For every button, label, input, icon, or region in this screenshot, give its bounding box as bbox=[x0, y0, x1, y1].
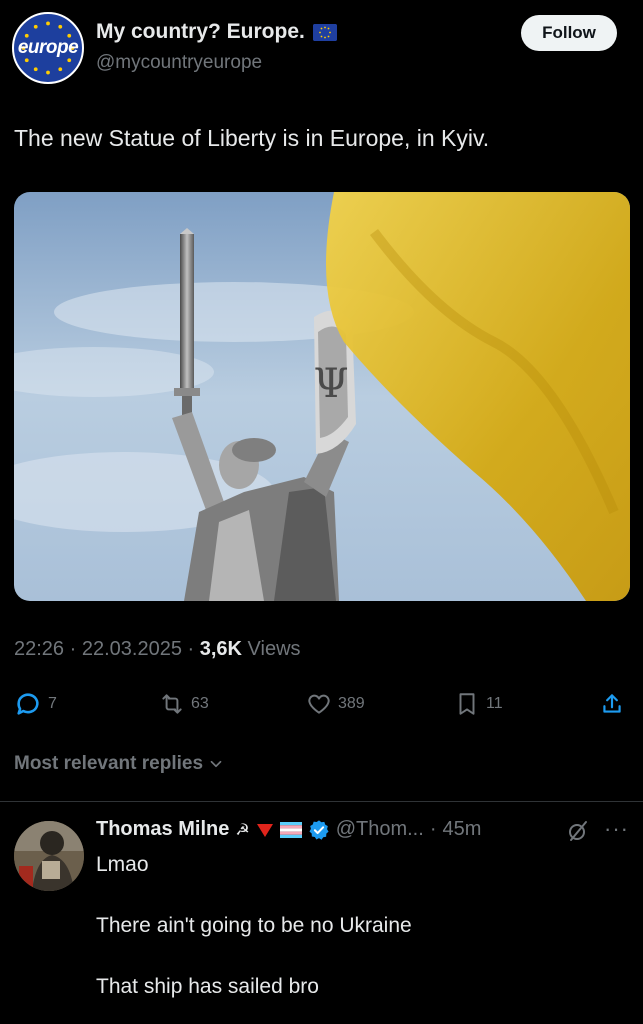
red-triangle-icon bbox=[256, 823, 273, 837]
bookmark-icon bbox=[459, 693, 475, 715]
meta-separator: · bbox=[69, 638, 82, 660]
reply-count: 7 bbox=[48, 695, 57, 712]
bookmark-button[interactable]: 11 bbox=[454, 685, 503, 723]
verified-badge-icon bbox=[309, 819, 329, 840]
repost-icon bbox=[162, 694, 182, 714]
tweet-time[interactable]: 22:26 bbox=[14, 638, 64, 660]
reply-time[interactable]: 45m bbox=[442, 818, 481, 841]
section-divider bbox=[0, 801, 643, 802]
repost-button[interactable]: 63 bbox=[159, 685, 209, 723]
heart-icon bbox=[308, 694, 330, 714]
name-row: My country? Europe. bbox=[96, 20, 337, 44]
like-button[interactable]: 389 bbox=[306, 685, 365, 723]
like-count: 389 bbox=[338, 695, 365, 712]
reply-button[interactable]: 7 bbox=[14, 685, 57, 723]
repost-count: 63 bbox=[191, 695, 209, 712]
reply-text-line: Lmao bbox=[96, 853, 149, 876]
action-bar: 7 63 389 11 bbox=[14, 685, 630, 723]
replies-sort-selector[interactable]: Most relevant replies bbox=[14, 753, 225, 775]
tweet-header: europe My country? Europe. @mycountryeur… bbox=[0, 0, 643, 95]
svg-text:Ψ: Ψ bbox=[313, 361, 348, 407]
tweet-date[interactable]: 22.03.2025 bbox=[82, 638, 182, 660]
tweet-text: The new Statue of Liberty is in Europe, … bbox=[14, 125, 490, 151]
reply-text-line: There ain't going to be no Ukraine bbox=[96, 914, 412, 937]
reply-header: Thomas Milne ☭ @Thom... · 45m bbox=[96, 818, 481, 841]
avatar-logo-text: europe bbox=[17, 37, 79, 58]
chevron-down-icon bbox=[210, 760, 222, 768]
share-button[interactable] bbox=[599, 685, 625, 723]
eu-flag-icon bbox=[312, 23, 337, 41]
account-handle[interactable]: @mycountryeurope bbox=[96, 52, 262, 74]
reply-author-handle[interactable]: @Thom... bbox=[336, 818, 424, 841]
reply-text-line: That ship has sailed bro bbox=[96, 975, 319, 998]
sort-label: Most relevant replies bbox=[14, 753, 204, 774]
meta-separator: · bbox=[187, 638, 200, 660]
reply-avatar[interactable] bbox=[14, 821, 84, 891]
account-avatar[interactable]: europe bbox=[12, 12, 84, 84]
hammer-sickle-emoji: ☭ bbox=[235, 821, 250, 839]
share-icon bbox=[603, 694, 621, 713]
bookmark-count: 11 bbox=[486, 695, 503, 712]
trans-flag-icon bbox=[279, 821, 302, 838]
grok-icon[interactable] bbox=[566, 819, 590, 843]
more-icon[interactable]: ··· bbox=[604, 816, 629, 842]
views-count: 3,6K bbox=[199, 638, 242, 660]
reply-separator: · bbox=[429, 818, 437, 840]
follow-button[interactable]: Follow bbox=[521, 15, 617, 51]
comment-icon bbox=[17, 693, 39, 715]
reply-author-name[interactable]: Thomas Milne bbox=[96, 818, 229, 841]
display-name[interactable]: My country? Europe. bbox=[96, 20, 305, 44]
tweet-meta: 22:26 · 22.03.2025 · 3,6K Views bbox=[14, 638, 301, 661]
views-label: Views bbox=[247, 638, 301, 660]
tweet-image[interactable]: Ψ bbox=[14, 192, 630, 601]
